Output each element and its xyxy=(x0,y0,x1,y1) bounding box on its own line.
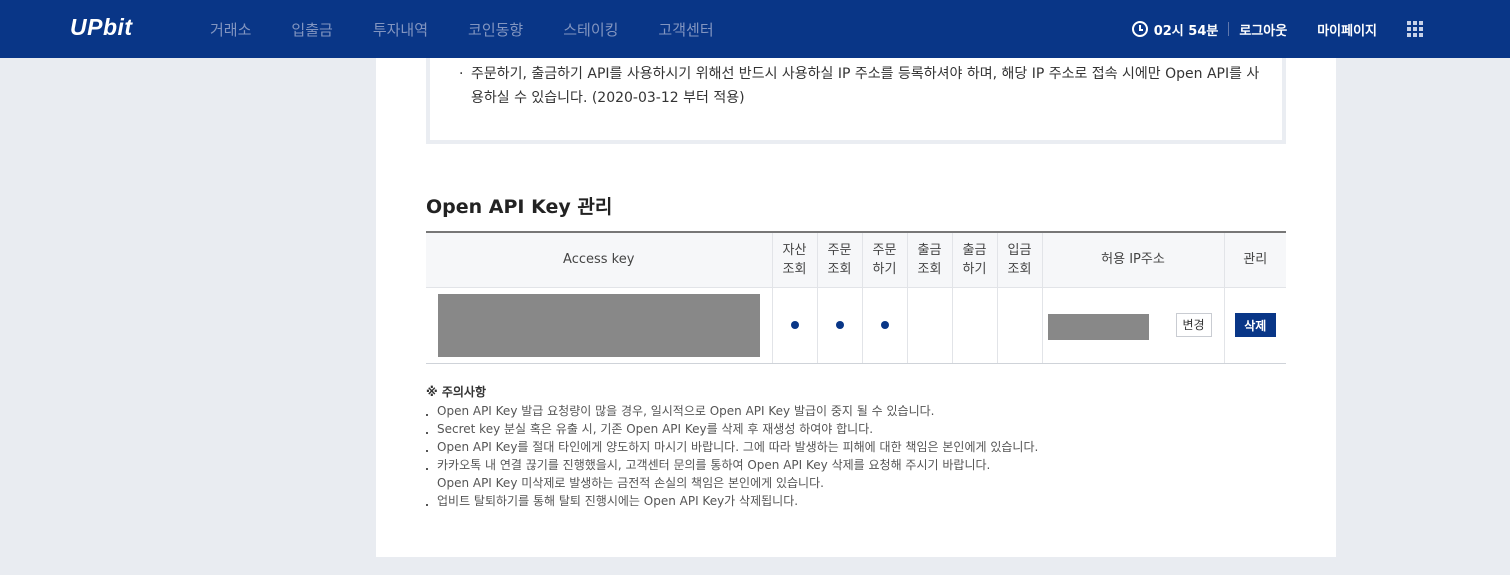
notice-box: · 주문하기, 출금하기 API를 사용하시기 위해선 반드시 사용하실 IP … xyxy=(426,58,1286,144)
caution-item: Open API Key 발급 요청량이 많을 경우, 일시적으로 Open A… xyxy=(426,402,1038,420)
col-allowed-ip: 허용 IP주소 xyxy=(1042,232,1225,288)
clock-icon xyxy=(1131,21,1148,37)
main-nav: 거래소 입출금 투자내역 코인동향 스테이킹 고객센터 xyxy=(190,0,754,58)
header-divider xyxy=(1228,22,1230,36)
permission-dot xyxy=(790,320,799,329)
app-grid-icon[interactable] xyxy=(1407,21,1423,37)
caution-item: Open API Key를 절대 타인에게 양도하지 마시기 바랍니다. 그에 … xyxy=(426,438,1038,456)
table-row: 변경 삭제 xyxy=(426,287,1286,364)
perm-deposit-view xyxy=(997,287,1043,364)
content-panel: · 주문하기, 출금하기 API를 사용하시기 위해선 반드시 사용하실 IP … xyxy=(376,58,1336,557)
perm-order-view xyxy=(817,287,863,364)
header-right: 02시 54분 로그아웃 마이페이지 xyxy=(1131,0,1510,58)
nav-customer-center[interactable]: 고객센터 xyxy=(658,19,713,40)
section-title: Open API Key 관리 xyxy=(426,196,613,218)
top-header: UPbit 거래소 입출금 투자내역 코인동향 스테이킹 고객센터 02시 54… xyxy=(0,0,1510,58)
col-asset-view: 자산 조회 xyxy=(772,232,818,288)
table-header-row: Access key 자산 조회 주문 조회 주문 하기 출금 조회 출금 하기 입금 조회… xyxy=(426,232,1286,288)
api-key-table: Access key 자산 조회 주문 조회 주문 하기 출금 조회 출금 하기 입금 조회… xyxy=(426,231,1286,364)
caution-item: 업비트 탈퇴하기를 통해 탈퇴 진행시에는 Open API Key가 삭제됩니… xyxy=(426,492,1038,510)
delete-key-button[interactable]: 삭제 xyxy=(1234,313,1276,337)
perm-withdraw-do xyxy=(952,287,998,364)
perm-withdraw-view xyxy=(907,287,953,364)
col-manage: 관리 xyxy=(1224,232,1286,288)
col-withdraw-view: 출금 조회 xyxy=(907,232,953,288)
permission-dot xyxy=(835,320,844,329)
caution-item: 카카오톡 내 연결 끊기를 진행했을시, 고객센터 문의를 통하여 Open A… xyxy=(426,456,1038,474)
manage-cell: 삭제 xyxy=(1224,287,1286,364)
notice-line-2: 용하실 수 있습니다. (2020-03-12 부터 적용) xyxy=(471,90,745,106)
masked-access-key xyxy=(437,293,760,357)
clock-text: 02시 54분 xyxy=(1153,23,1219,39)
col-deposit-view: 입금 조회 xyxy=(997,232,1043,288)
mypage-link[interactable]: 마이페이지 xyxy=(1317,20,1377,39)
access-key-cell xyxy=(426,287,773,364)
caution-title: ※ 주의사항 xyxy=(426,385,487,399)
nav-deposit-withdraw[interactable]: 입출금 xyxy=(291,19,332,40)
caution-item: Open API Key 미삭제로 발생하는 금전적 손실의 책임은 본인에게 … xyxy=(437,476,824,490)
perm-order-do xyxy=(862,287,908,364)
col-access-key: Access key xyxy=(426,232,773,288)
upbit-logo[interactable]: UPbit xyxy=(70,14,133,41)
nav-investments[interactable]: 투자내역 xyxy=(373,19,428,40)
notice-line-1: · 주문하기, 출금하기 API를 사용하시기 위해선 반드시 사용하실 IP … xyxy=(459,62,1261,86)
nav-coin-trends[interactable]: 코인동향 xyxy=(468,19,523,40)
col-order-do: 주문 하기 xyxy=(862,232,908,288)
session-clock: 02시 54분 xyxy=(1131,20,1219,39)
change-ip-button[interactable]: 변경 xyxy=(1175,312,1212,337)
nav-exchange[interactable]: 거래소 xyxy=(210,19,251,40)
permission-dot xyxy=(880,320,889,329)
nav-staking[interactable]: 스테이킹 xyxy=(563,19,618,40)
notice-bullet: · xyxy=(459,66,464,82)
allowed-ip-cell: 변경 xyxy=(1042,287,1225,364)
perm-asset-view xyxy=(772,287,818,364)
logout-link[interactable]: 로그아웃 xyxy=(1239,20,1287,39)
col-order-view: 주문 조회 xyxy=(817,232,863,288)
col-withdraw-do: 출금 하기 xyxy=(952,232,998,288)
caution-item: Secret key 분실 혹은 유출 시, 기존 Open API Key를 … xyxy=(426,420,1038,438)
masked-ip xyxy=(1047,313,1149,340)
caution-list: Open API Key 발급 요청량이 많을 경우, 일시적으로 Open A… xyxy=(426,402,1038,510)
